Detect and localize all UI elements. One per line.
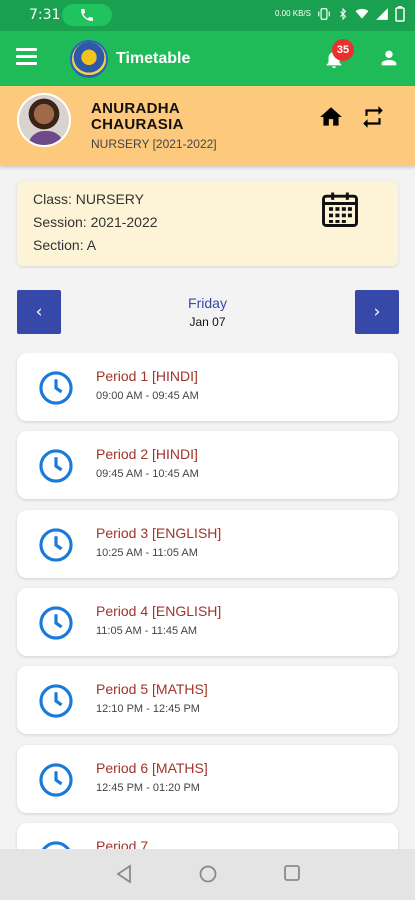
period-time: 12:10 PM - 12:45 PM: [96, 703, 200, 715]
page-title: Timetable: [116, 50, 191, 67]
clock-icon: [39, 763, 73, 797]
day-name: Friday: [188, 295, 227, 311]
system-navigation-bar: [0, 849, 415, 900]
signal-icon: [376, 8, 388, 20]
wifi-icon: [355, 8, 369, 19]
period-card[interactable]: Period 6 [MATHS] 12:45 PM - 01:20 PM: [17, 745, 398, 813]
period-time: 12:45 PM - 01:20 PM: [96, 782, 200, 794]
class-label: Class: NURSERY: [33, 191, 144, 207]
period-title: Period 6 [MATHS]: [96, 760, 208, 776]
period-title: Period 5 [MATHS]: [96, 681, 208, 697]
period-card[interactable]: Period 7: [17, 823, 398, 849]
student-name: ANURADHA CHAURASIA: [91, 100, 184, 133]
next-day-button[interactable]: ›: [355, 290, 399, 334]
period-title: Period 7: [96, 838, 149, 849]
period-card[interactable]: Period 3 [ENGLISH] 10:25 AM - 11:05 AM: [17, 510, 398, 578]
period-title: Period 3 [ENGLISH]: [96, 525, 222, 541]
period-card[interactable]: Period 4 [ENGLISH] 11:05 AM - 11:45 AM: [17, 588, 398, 656]
clock-icon: [42, 841, 70, 849]
day-date: Jan 07: [189, 315, 226, 329]
period-time: 10:25 AM - 11:05 AM: [96, 547, 198, 559]
student-profile-header: ANURADHA CHAURASIA NURSERY [2021-2022]: [0, 86, 415, 166]
phone-icon: [81, 9, 93, 21]
clock-icon: [39, 528, 73, 562]
battery-icon: [395, 6, 405, 22]
back-icon[interactable]: [115, 864, 133, 884]
home-nav-icon[interactable]: [198, 864, 218, 884]
clock-icon: [39, 606, 73, 640]
session-label: Session: 2021-2022: [33, 214, 158, 230]
app-bar: Timetable 35: [0, 31, 415, 86]
avatar: [17, 93, 71, 147]
clock-icon: [39, 684, 73, 718]
network-speed: 0.00 KB/S: [274, 9, 311, 18]
status-icons: 0.00 KB/S B: [275, 6, 405, 22]
status-time: 7:31: [29, 7, 61, 23]
section-label: Section: A: [33, 237, 97, 253]
bluetooth-icon: [340, 7, 347, 21]
calendar-icon[interactable]: [318, 187, 362, 231]
period-time: 09:45 AM - 10:45 AM: [96, 468, 199, 480]
menu-icon: [16, 48, 37, 51]
period-time: 09:00 AM - 09:45 AM: [96, 390, 199, 402]
period-card[interactable]: Period 2 [HINDI] 09:45 AM - 10:45 AM: [17, 431, 398, 499]
status-bar: 7:31 0.00 KB/S B: [0, 0, 415, 31]
period-title: Period 4 [ENGLISH]: [96, 603, 222, 619]
period-time: 11:05 AM - 11:45 AM: [96, 625, 198, 637]
clock-icon: [39, 371, 73, 405]
period-list[interactable]: Period 1 [HINDI] 09:00 AM - 09:45 AM Per…: [0, 353, 415, 849]
student-class-session: NURSERY [2021-2022]: [91, 137, 217, 151]
vibrate-icon: [318, 8, 330, 20]
school-logo: [70, 40, 108, 78]
period-card[interactable]: Period 5 [MATHS] 12:10 PM - 12:45 PM: [17, 666, 398, 734]
user-icon[interactable]: [378, 47, 400, 69]
switch-student-icon[interactable]: [360, 104, 386, 130]
recents-icon[interactable]: [283, 864, 301, 882]
home-icon[interactable]: [318, 104, 344, 130]
menu-button[interactable]: [16, 48, 40, 68]
period-title: Period 1 [HINDI]: [96, 368, 198, 384]
period-card[interactable]: Period 1 [HINDI] 09:00 AM - 09:45 AM: [17, 353, 398, 421]
ongoing-call-indicator[interactable]: [62, 4, 112, 26]
clock-icon: [39, 449, 73, 483]
period-title: Period 2 [HINDI]: [96, 446, 198, 462]
class-info-card: Class: NURSERY Session: 2021-2022 Sectio…: [17, 181, 398, 266]
notification-badge[interactable]: 35: [332, 39, 354, 61]
